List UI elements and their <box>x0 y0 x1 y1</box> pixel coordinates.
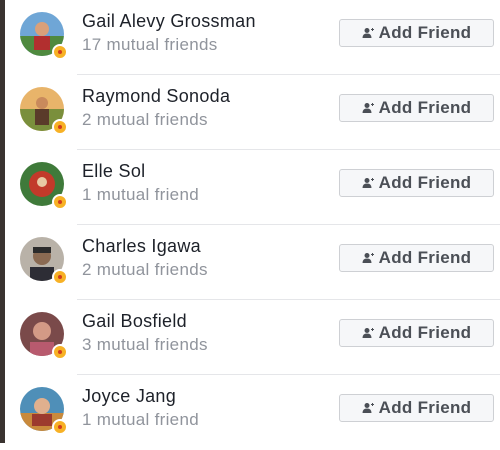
list-item: Charles Igawa 2 mutual friends Add Frien… <box>5 225 500 300</box>
add-friend-button[interactable]: Add Friend <box>339 19 494 47</box>
add-friend-button[interactable]: Add Friend <box>339 244 494 272</box>
add-friend-icon <box>362 103 374 113</box>
add-friend-button[interactable]: Add Friend <box>339 94 494 122</box>
add-friend-button[interactable]: Add Friend <box>339 319 494 347</box>
add-friend-icon <box>362 178 374 188</box>
friend-name[interactable]: Gail Bosfield <box>82 311 187 332</box>
mutual-friends-count[interactable]: 2 mutual friends <box>82 260 208 280</box>
add-friend-icon <box>362 253 374 263</box>
birthday-badge-icon <box>52 44 68 60</box>
list-item: Raymond Sonoda 2 mutual friends Add Frie… <box>5 75 500 150</box>
list-item: Joyce Jang 1 mutual friend Add Friend <box>5 375 500 450</box>
mutual-friends-count[interactable]: 3 mutual friends <box>82 335 208 355</box>
friend-name[interactable]: Elle Sol <box>82 161 145 182</box>
friend-name[interactable]: Joyce Jang <box>82 386 176 407</box>
mutual-friends-count[interactable]: 2 mutual friends <box>82 110 208 130</box>
birthday-badge-icon <box>52 344 68 360</box>
add-friend-label: Add Friend <box>378 248 472 267</box>
friend-suggestions-list: Gail Alevy Grossman 17 mutual friends Ad… <box>5 0 500 443</box>
list-item: Gail Bosfield 3 mutual friends Add Frien… <box>5 300 500 375</box>
add-friend-icon <box>362 328 374 338</box>
birthday-badge-icon <box>52 119 68 135</box>
list-item: Gail Alevy Grossman 17 mutual friends Ad… <box>5 0 500 75</box>
birthday-badge-icon <box>52 419 68 435</box>
list-item: Elle Sol 1 mutual friend Add Friend <box>5 150 500 225</box>
friend-name[interactable]: Gail Alevy Grossman <box>82 11 256 32</box>
add-friend-button[interactable]: Add Friend <box>339 169 494 197</box>
add-friend-label: Add Friend <box>378 173 472 192</box>
add-friend-label: Add Friend <box>378 23 472 42</box>
friend-name[interactable]: Charles Igawa <box>82 236 201 257</box>
friend-name[interactable]: Raymond Sonoda <box>82 86 230 107</box>
birthday-badge-icon <box>52 194 68 210</box>
add-friend-label: Add Friend <box>378 98 472 117</box>
add-friend-label: Add Friend <box>378 323 472 342</box>
birthday-badge-icon <box>52 269 68 285</box>
mutual-friends-count[interactable]: 1 mutual friend <box>82 410 199 430</box>
add-friend-button[interactable]: Add Friend <box>339 394 494 422</box>
add-friend-icon <box>362 403 374 413</box>
add-friend-icon <box>362 28 374 38</box>
mutual-friends-count[interactable]: 17 mutual friends <box>82 35 218 55</box>
mutual-friends-count[interactable]: 1 mutual friend <box>82 185 199 205</box>
add-friend-label: Add Friend <box>378 398 472 417</box>
